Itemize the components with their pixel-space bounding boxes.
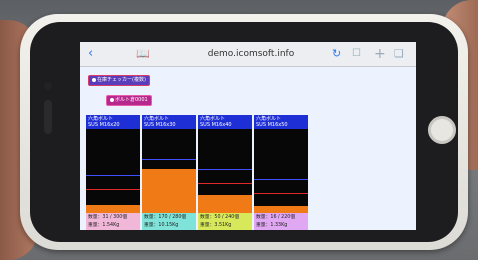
- phone-screen: ‹ 📖 demo.icomsoft.info ↻ ☐ + ❏ 在庫チェッカー(複…: [80, 42, 416, 230]
- bin-footer: 数量：170 / 280個 重量：10.15Kg: [142, 213, 196, 230]
- threshold-line-red: [254, 193, 308, 194]
- reload-icon[interactable]: ↻: [332, 45, 341, 63]
- count-label: 数量：: [144, 215, 159, 220]
- bin-gauge: [142, 129, 196, 213]
- bin-card[interactable]: 六角ボルト SUS M16x20 数量：31 / 300個 重量：1.54Kg: [86, 115, 140, 230]
- page-content: 在庫チェッカー(複数) ボルト倉0001 六角ボルト SUS M16x20 数量…: [80, 67, 416, 230]
- bin-footer: 数量：50 / 240個 重量：3.51Kg: [198, 213, 252, 230]
- bin-footer: 数量：31 / 300個 重量：1.54Kg: [86, 213, 140, 230]
- share-icon[interactable]: ☐: [352, 45, 361, 63]
- front-camera: [44, 82, 52, 90]
- threshold-line-red: [198, 183, 252, 184]
- bin-header: 六角ボルト SUS M16x20: [86, 115, 140, 129]
- bin-count: 31 / 300個: [102, 215, 128, 220]
- home-button[interactable]: [428, 116, 456, 144]
- warehouse-chip[interactable]: ボルト倉0001: [106, 95, 152, 106]
- bin-gauge: [254, 129, 308, 213]
- chip-check-icon: [110, 97, 114, 102]
- bin-spec: SUS M16x20: [88, 122, 120, 128]
- threshold-line-blue: [86, 175, 140, 176]
- bin-spec: SUS M16x30: [144, 122, 176, 128]
- count-label: 数量：: [88, 215, 103, 220]
- add-icon[interactable]: +: [374, 45, 386, 63]
- earpiece-speaker: [44, 100, 52, 134]
- bin-spec: SUS M16x50: [256, 122, 288, 128]
- threshold-line-blue: [198, 169, 252, 170]
- bin-weight: 10.15Kg: [158, 223, 179, 228]
- threshold-line-blue: [254, 179, 308, 180]
- bin-weight: 1.54Kg: [102, 223, 120, 228]
- bin-header: 六角ボルト SUS M16x30: [142, 115, 196, 129]
- bin-card[interactable]: 六角ボルト SUS M16x50 数量：16 / 220個 重量：1.33Kg: [254, 115, 308, 230]
- bin-card[interactable]: 六角ボルト SUS M16x40 数量：50 / 240個 重量：3.51Kg: [198, 115, 252, 230]
- inventory-checker-chip[interactable]: 在庫チェッカー(複数): [88, 75, 150, 86]
- bin-count: 16 / 220個: [270, 215, 296, 220]
- count-label: 数量：: [256, 215, 271, 220]
- chip-label: ボルト倉0001: [115, 97, 148, 103]
- count-label: 数量：: [200, 215, 215, 220]
- weight-label: 重量：: [256, 223, 271, 228]
- bin-header: 六角ボルト SUS M16x50: [254, 115, 308, 129]
- back-icon[interactable]: ‹: [88, 45, 93, 63]
- bin-fill: [86, 205, 140, 213]
- bin-header: 六角ボルト SUS M16x40: [198, 115, 252, 129]
- address-bar[interactable]: demo.icomsoft.info: [176, 46, 326, 62]
- threshold-line-blue: [142, 159, 196, 160]
- bookmarks-icon[interactable]: 📖: [136, 45, 150, 63]
- bin-weight: 1.33Kg: [270, 223, 288, 228]
- bin-fill: [198, 195, 252, 213]
- bin-fill: [254, 206, 308, 213]
- browser-toolbar: ‹ 📖 demo.icomsoft.info ↻ ☐ + ❏: [80, 42, 416, 67]
- chip-label: 在庫チェッカー(複数): [97, 77, 146, 83]
- bin-card[interactable]: 六角ボルト SUS M16x30 数量：170 / 280個 重量：10.15K…: [142, 115, 196, 230]
- weight-label: 重量：: [144, 223, 159, 228]
- bin-weight: 3.51Kg: [214, 223, 232, 228]
- bin-count: 170 / 280個: [158, 215, 187, 220]
- bin-count: 50 / 240個: [214, 215, 240, 220]
- bin-spec: SUS M16x40: [200, 122, 232, 128]
- bin-footer: 数量：16 / 220個 重量：1.33Kg: [254, 213, 308, 230]
- chip-check-icon: [92, 77, 96, 82]
- weight-label: 重量：: [88, 223, 103, 228]
- bin-gauge: [198, 129, 252, 213]
- weight-label: 重量：: [200, 223, 215, 228]
- bin-fill: [142, 169, 196, 213]
- threshold-line-red: [86, 189, 140, 190]
- tabs-icon[interactable]: ❏: [394, 45, 404, 63]
- bin-gauge: [86, 129, 140, 213]
